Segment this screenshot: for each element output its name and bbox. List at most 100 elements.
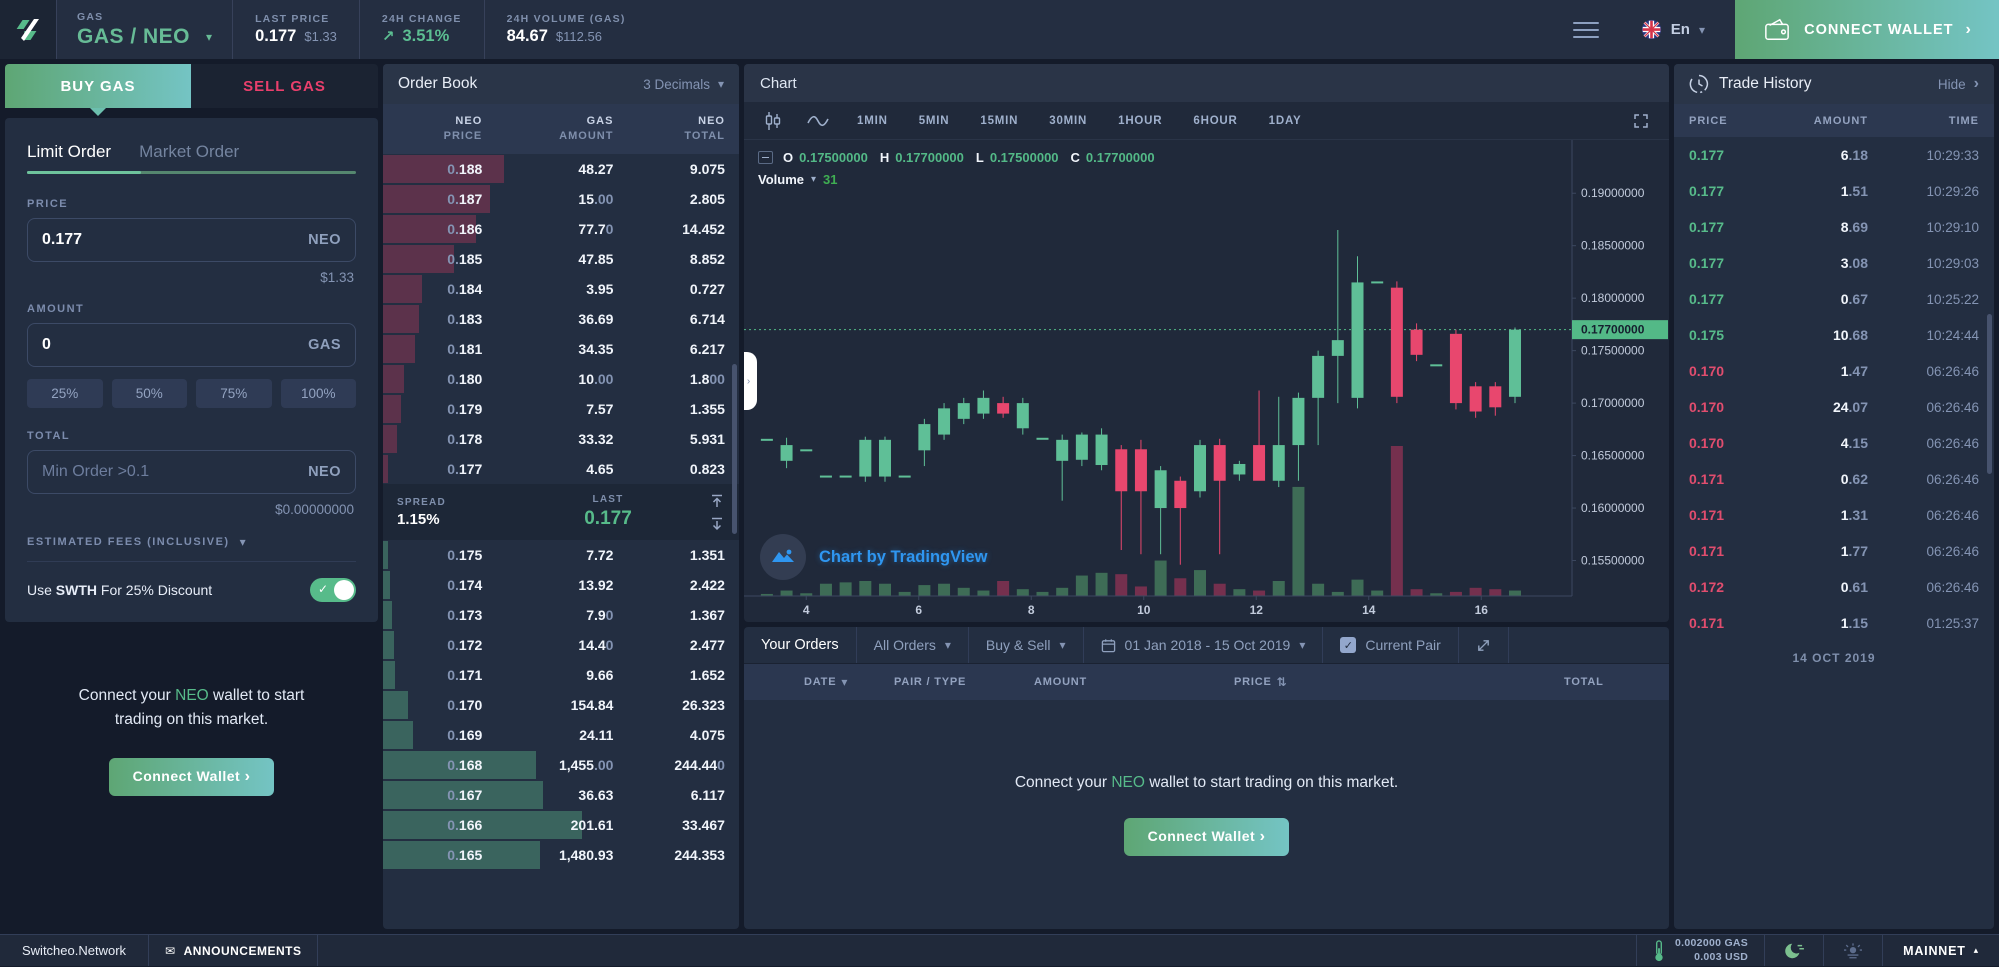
total-cell: 6.217 — [613, 341, 725, 357]
announcements-link[interactable]: ✉ ANNOUNCEMENTS — [149, 935, 318, 966]
trade-amount: 1.77 — [1764, 543, 1898, 559]
total-cell: 9.075 — [613, 161, 725, 177]
order-book-sell-row[interactable]: 0.18336.696.714 — [383, 304, 739, 334]
scroll-to-top-icon[interactable] — [709, 493, 725, 509]
language-selector[interactable]: En ▾ — [1641, 19, 1705, 40]
price-chart[interactable]: 0.190000000.185000000.180000000.17500000… — [744, 140, 1669, 622]
expand-orders-button[interactable] — [1459, 627, 1509, 663]
timeframe-1day[interactable]: 1DAY — [1260, 111, 1311, 131]
order-book-sell-row[interactable]: 0.18134.356.217 — [383, 334, 739, 364]
total-cell: 6.714 — [613, 311, 725, 327]
percent-50-button[interactable]: 50% — [112, 379, 188, 408]
uk-flag-icon — [1641, 19, 1662, 40]
tab-sell-gas[interactable]: SELL GAS — [191, 64, 378, 108]
order-book-sell-row[interactable]: 0.1843.950.727 — [383, 274, 739, 304]
order-book-sell-row[interactable]: 0.1774.650.823 — [383, 454, 739, 484]
tab-limit-order[interactable]: Limit Order — [27, 142, 111, 174]
sun-icon — [1842, 942, 1864, 960]
order-book-sell-row[interactable]: 0.17833.325.931 — [383, 424, 739, 454]
orders-col-price[interactable]: PRICE⇅ — [1234, 675, 1564, 689]
chart-legend: O0.17500000 H0.17700000 L0.17500000 C0.1… — [758, 150, 1161, 187]
total-input[interactable] — [42, 463, 308, 481]
depth-bar — [383, 661, 395, 689]
collapse-orderbook-handle[interactable]: › — [744, 352, 757, 410]
swth-discount-toggle[interactable]: ✓ — [310, 578, 356, 602]
price-cell: 0.178 — [397, 431, 482, 447]
total-cell: 244.353 — [613, 847, 725, 863]
order-book-sell-row[interactable]: 0.18848.279.075 — [383, 154, 739, 184]
trade-history-row: 0.17024.0706:26:46 — [1674, 389, 1994, 425]
estimated-fees-toggle[interactable]: ESTIMATED FEES (INCLUSIVE) ▾ — [27, 535, 356, 562]
trade-history-row: 0.1720.6106:26:46 — [1674, 569, 1994, 605]
order-book-sell-row[interactable]: 0.18677.7014.452 — [383, 214, 739, 244]
buy-tab-pointer — [90, 108, 106, 116]
chevron-down-icon: ▾ — [945, 638, 951, 652]
order-book-sell-row[interactable]: 0.18010.001.800 — [383, 364, 739, 394]
trade-time: 01:25:37 — [1898, 616, 1994, 631]
timeframe-1hour[interactable]: 1HOUR — [1109, 111, 1171, 131]
amount-cell: 1,455.00 — [482, 757, 613, 773]
timeframe-5min[interactable]: 5MIN — [910, 111, 959, 131]
line-chart-icon[interactable] — [801, 114, 835, 128]
tradingview-logo-icon — [760, 534, 806, 580]
percent-25-button[interactable]: 25% — [27, 379, 103, 408]
order-book-sell-row[interactable]: 0.18715.002.805 — [383, 184, 739, 214]
order-book-scrollbar[interactable] — [732, 364, 737, 534]
connect-wallet-button-side[interactable]: Connect Wallet › — [109, 758, 275, 796]
order-book-buy-row[interactable]: 0.1757.721.351 — [383, 540, 739, 570]
network-selector[interactable]: MAINNET ▴ — [1882, 935, 1999, 966]
timeframe-6hour[interactable]: 6HOUR — [1184, 111, 1246, 131]
order-book-sell-row[interactable]: 0.1797.571.355 — [383, 394, 739, 424]
decimals-selector[interactable]: 3 Decimals ▾ — [643, 77, 724, 92]
timeframe-1min[interactable]: 1MIN — [848, 111, 897, 131]
orders-col-amount: AMOUNT — [1034, 676, 1234, 688]
amount-cell: 154.84 — [482, 697, 613, 713]
buy-sell-filter[interactable]: Buy & Sell ▾ — [969, 627, 1084, 663]
hide-history-button[interactable]: Hide › — [1938, 75, 1979, 93]
price-cell: 0.184 — [397, 281, 482, 297]
light-mode-toggle[interactable] — [1823, 935, 1882, 966]
scroll-to-bottom-icon[interactable] — [709, 516, 725, 532]
trade-price: 0.171 — [1674, 543, 1764, 559]
order-book-buy-row[interactable]: 0.1719.661.652 — [383, 660, 739, 690]
order-book-buy-row[interactable]: 0.1681,455.00244.440 — [383, 750, 739, 780]
order-book-buy-row[interactable]: 0.1737.901.367 — [383, 600, 739, 630]
chevron-down-icon: ▾ — [1060, 638, 1066, 652]
percent-100-button[interactable]: 100% — [281, 379, 357, 408]
total-cell: 1.800 — [613, 371, 725, 387]
brand-link[interactable]: Switcheo.Network — [0, 935, 149, 966]
timeframe-30min[interactable]: 30MIN — [1040, 111, 1096, 131]
connect-wallet-button[interactable]: CONNECT WALLET › — [1735, 0, 1999, 59]
current-pair-filter[interactable]: ✓ Current Pair — [1323, 627, 1458, 663]
order-book-buy-row[interactable]: 0.17214.402.477 — [383, 630, 739, 660]
order-book-buy-row[interactable]: 0.1651,480.93244.353 — [383, 840, 739, 870]
order-book-sell-row[interactable]: 0.18547.858.852 — [383, 244, 739, 274]
percent-75-button[interactable]: 75% — [196, 379, 272, 408]
switcheo-logo[interactable] — [0, 0, 57, 59]
tab-market-order[interactable]: Market Order — [139, 142, 239, 174]
trade-time: 06:26:46 — [1898, 364, 1994, 379]
price-cell: 0.188 — [397, 161, 482, 177]
svg-text:16: 16 — [1475, 603, 1489, 617]
market-pair-selector[interactable]: GAS GAS / NEO ▾ — [57, 0, 233, 59]
order-book-buy-row[interactable]: 0.17413.922.422 — [383, 570, 739, 600]
all-orders-filter[interactable]: All Orders ▾ — [857, 627, 969, 663]
order-book-buy-row[interactable]: 0.16736.636.117 — [383, 780, 739, 810]
dark-mode-toggle[interactable] — [1764, 935, 1823, 966]
order-book-buy-row[interactable]: 0.170154.8426.323 — [383, 690, 739, 720]
date-range-filter[interactable]: 01 Jan 2018 - 15 Oct 2019 ▾ — [1084, 627, 1324, 663]
orders-col-date[interactable]: DATE▾ — [744, 675, 894, 689]
tab-buy-gas[interactable]: BUY GAS — [5, 64, 191, 108]
price-input[interactable] — [42, 231, 308, 249]
candlestick-chart-icon[interactable] — [758, 111, 788, 131]
order-book-buy-row[interactable]: 0.16924.114.075 — [383, 720, 739, 750]
timeframe-15min[interactable]: 15MIN — [971, 111, 1027, 131]
order-book-buy-row[interactable]: 0.166201.6133.467 — [383, 810, 739, 840]
menu-icon[interactable] — [1573, 22, 1599, 38]
history-scrollbar[interactable] — [1987, 314, 1992, 474]
legend-collapse-icon[interactable] — [758, 151, 773, 164]
connect-wallet-button-orders[interactable]: Connect Wallet › — [1124, 818, 1290, 856]
fullscreen-icon[interactable] — [1627, 113, 1655, 129]
amount-input[interactable] — [42, 336, 308, 354]
tradingview-attribution[interactable]: Chart by TradingView — [760, 534, 987, 580]
